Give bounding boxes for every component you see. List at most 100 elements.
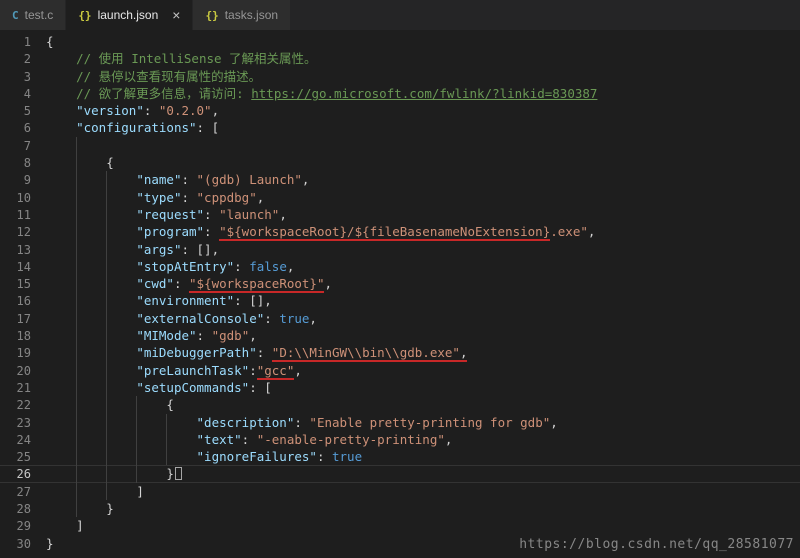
code-line[interactable]: 27 ] [0, 482, 800, 501]
code-line[interactable]: 4 // 欲了解更多信息，请访问: https://go.microsoft.c… [0, 85, 800, 102]
code-text: } [46, 466, 174, 481]
code-line[interactable]: 3 // 悬停以查看现有属性的描述。 [0, 68, 800, 85]
indent-guide [106, 413, 108, 431]
code-line[interactable]: 8 { [0, 154, 800, 172]
line-number: 19 [16, 346, 31, 361]
indent-guide [76, 257, 78, 276]
indent-guide [76, 292, 78, 310]
code-line[interactable]: 28 } [0, 500, 800, 518]
code-token: , [286, 258, 295, 274]
code-token: "environment" [136, 293, 235, 309]
line-number: 16 [16, 294, 31, 309]
code-text: "stopAtEntry": false, [46, 259, 294, 274]
line-number: 27 [16, 484, 31, 499]
indent-guide [106, 171, 108, 189]
tab-test.c[interactable]: Ctest.c [0, 0, 67, 30]
line-number: 7 [23, 138, 31, 153]
code-token: "setupCommands" [136, 379, 250, 395]
line-number: 22 [16, 398, 31, 413]
code-line[interactable]: 12 "program": "${workspaceRoot}/${fileBa… [0, 223, 800, 242]
code-line[interactable]: 26 } [0, 465, 800, 483]
indent-guide [106, 448, 108, 466]
code-text: "description": "Enable pretty-printing f… [46, 415, 558, 430]
code-line[interactable]: 13 "args": [], [0, 240, 800, 258]
tab-launch.json[interactable]: {} launch.json × [66, 0, 194, 30]
line-number: 1 [23, 35, 31, 49]
indent-guide [136, 465, 138, 483]
code-token: : [ [249, 379, 272, 395]
code-token: "stopAtEntry" [136, 258, 235, 274]
code-text: "args": [], [46, 242, 219, 257]
indent-guide [136, 430, 138, 449]
line-number: 2 [23, 52, 31, 67]
code-line[interactable]: 17 "externalConsole": true, [0, 309, 800, 328]
code-line[interactable]: 14 "stopAtEntry": false, [0, 257, 800, 276]
code-line[interactable]: 1{ [0, 33, 800, 50]
code-line[interactable]: 19 "miDebuggerPath": "D:\\MinGW\\bin\\gd… [0, 344, 800, 363]
indent-guide [136, 396, 138, 414]
code-text: } [46, 501, 114, 516]
code-text: "version": "0.2.0", [46, 103, 219, 118]
indent-guide [76, 482, 78, 501]
indent-guide [106, 257, 108, 276]
indent-guide [106, 430, 108, 449]
code-line[interactable]: 5 "version": "0.2.0", [0, 102, 800, 119]
indent-guide [76, 361, 78, 379]
code-line[interactable]: 29 ] [0, 517, 800, 534]
indent-guide [76, 223, 78, 241]
code-text: // 悬停以查看现有属性的描述。 [46, 69, 261, 84]
vscode-window: { "tabs": [ { "label": "test.c", "icon":… [0, 0, 800, 558]
code-token: "MIMode" [136, 328, 197, 344]
indent-guide [76, 430, 78, 449]
line-number: 5 [23, 104, 31, 119]
code-line[interactable]: 25 "ignoreFailures": true [0, 448, 800, 466]
code-token: "D:\\MinGW\\bin\\gdb.exe" [271, 345, 460, 363]
code-line[interactable]: 21 "setupCommands": [ [0, 378, 800, 397]
code-token: "gcc" [256, 362, 295, 380]
json-file-icon: {} [78, 8, 92, 22]
code-line[interactable]: 15 "cwd": "${workspaceRoot}", [0, 275, 800, 294]
code-token: ] [136, 483, 144, 499]
indent-guide [76, 171, 78, 189]
code-line[interactable]: 16 "environment": [], [0, 292, 800, 310]
code-token: "description" [196, 414, 295, 430]
indent-guide [76, 465, 78, 483]
code-token: "request" [136, 206, 205, 222]
code-token: "-enable-pretty-printing" [256, 431, 445, 447]
code-line[interactable]: 10 "type": "cppdbg", [0, 188, 800, 206]
code-line[interactable]: 24 "text": "-enable-pretty-printing", [0, 430, 800, 449]
code-token: .exe" [550, 224, 588, 240]
close-icon[interactable]: × [172, 8, 180, 22]
code-line[interactable]: 20 "preLaunchTask":"gcc", [0, 361, 800, 380]
indent-guide [76, 327, 78, 345]
code-line[interactable]: 23 "description": "Enable pretty-printin… [0, 413, 800, 431]
code-token: "${workspaceRoot}/${fileBasenameNoExtens… [219, 224, 551, 242]
code-text: "name": "(gdb) Launch", [46, 172, 309, 187]
json-file-icon: {} [205, 8, 219, 22]
code-line[interactable]: 18 "MIMode": "gdb", [0, 327, 800, 345]
code-line[interactable]: 7 [0, 136, 800, 155]
code-token: : [204, 224, 220, 240]
line-number: 29 [16, 519, 31, 534]
line-number: 12 [16, 225, 31, 240]
indent-guide [106, 465, 108, 483]
code-line[interactable]: 2 // 使用 IntelliSense 了解相关属性。 [0, 50, 800, 67]
c-file-icon: C [12, 8, 19, 22]
code-text: "request": "launch", [46, 207, 287, 222]
tab-tasks.json[interactable]: {} tasks.json [193, 0, 292, 30]
code-token: "preLaunchTask" [136, 362, 250, 378]
code-text: // 欲了解更多信息，请访问: https://go.microsoft.com… [46, 86, 597, 101]
code-token: false [249, 258, 287, 274]
code-token: } [106, 501, 114, 517]
indent-guide [136, 448, 138, 466]
code-line[interactable]: 6 "configurations": [ [0, 119, 800, 136]
code-line[interactable]: 22 { [0, 396, 800, 414]
code-area[interactable]: 1{2 // 使用 IntelliSense 了解相关属性。 3 // 悬停以查看… [0, 33, 800, 552]
code-line[interactable]: 11 "request": "launch", [0, 205, 800, 224]
code-line[interactable]: 9 "name": "(gdb) Launch", [0, 171, 800, 189]
code-token: "type" [136, 189, 182, 205]
code-token: "miDebuggerPath" [136, 345, 257, 361]
indent-guide [106, 223, 108, 241]
code-token: : [241, 431, 257, 447]
line-number: 10 [16, 190, 31, 205]
